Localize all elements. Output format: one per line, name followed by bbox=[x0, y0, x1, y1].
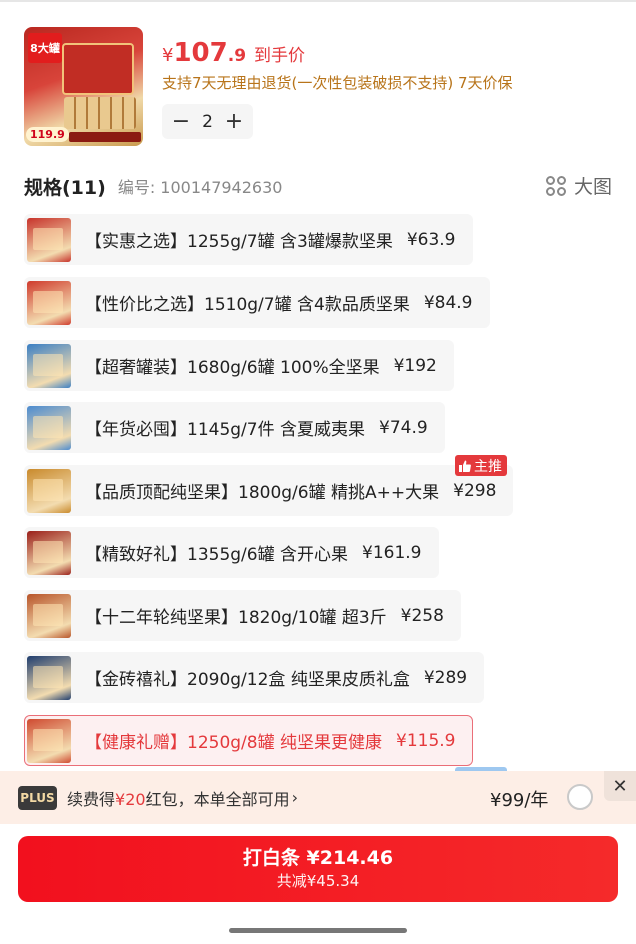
spec-option-name: 【年货必囤】1145g/7件 含夏威夷果 bbox=[85, 420, 366, 440]
spec-option-price: ¥258 bbox=[400, 605, 444, 626]
spec-option-price: ¥298 bbox=[453, 480, 497, 501]
service-guarantee: 支持7天无理由退货(一次性包装破损不支持) 7天价保 bbox=[162, 74, 513, 92]
spec-option-price: ¥289 bbox=[423, 667, 468, 688]
quantity-stepper: − 2 + bbox=[162, 104, 253, 139]
spec-thumb bbox=[27, 718, 71, 763]
chevron-right-icon: › bbox=[291, 788, 298, 807]
checkout-button[interactable]: 打白条 ¥214.46 共减¥45.34 bbox=[18, 836, 618, 902]
quantity-value[interactable]: 2 bbox=[202, 112, 213, 132]
checkout-main-label: 打白条 ¥214.46 bbox=[242, 847, 394, 869]
spec-thumb bbox=[27, 655, 71, 700]
spec-option-price: ¥84.9 bbox=[423, 292, 473, 313]
spec-option-price: ¥161.9 bbox=[362, 542, 422, 563]
big-view-button[interactable]: 大图 bbox=[545, 172, 612, 199]
price-integer: 107 bbox=[173, 38, 228, 68]
spec-option-name: 【品质顶配纯坚果】1800g/6罐 精挑A++大果 bbox=[85, 483, 440, 503]
spec-option-name: 【金砖禧礼】2090g/12盒 纯坚果皮质礼盒 bbox=[85, 670, 410, 690]
product-image-strip bbox=[69, 132, 141, 142]
product-image-price: 119.9 bbox=[26, 127, 69, 142]
spec-thumb bbox=[27, 217, 71, 262]
price-label: 到手价 bbox=[254, 46, 306, 66]
spec-option-name: 【超奢罐装】1680g/6罐 100%全坚果 bbox=[85, 358, 380, 378]
plus-logo: PLUS bbox=[18, 785, 57, 810]
spec-option-price: ¥192 bbox=[393, 355, 437, 376]
product-image-giftbox bbox=[62, 43, 134, 95]
product-image[interactable]: 8大罐 119.9 bbox=[24, 27, 143, 146]
spec-header: 规格(11) 编号: 100147942630 大图 bbox=[24, 172, 612, 200]
spec-thumb bbox=[27, 468, 71, 513]
spec-option-price: ¥63.9 bbox=[406, 229, 456, 250]
plus-membership-banner[interactable]: PLUS 续费得¥20红包，本单全部可用 › ¥99/年 ✕ bbox=[0, 771, 636, 824]
spec-option-7[interactable]: 【十二年轮纯坚果】1820g/10罐 超3斤 ¥258 bbox=[24, 590, 461, 641]
spec-option-1[interactable]: 【实惠之选】1255g/7罐 含3罐爆款坚果 ¥63.9 bbox=[24, 214, 473, 265]
spec-thumb bbox=[27, 280, 71, 325]
spec-option-3[interactable]: 【超奢罐装】1680g/6罐 100%全坚果 ¥192 bbox=[24, 340, 454, 391]
thumbs-up-icon bbox=[459, 460, 471, 472]
spec-thumb bbox=[27, 343, 71, 388]
top-divider bbox=[0, 0, 636, 2]
quantity-decrease-button[interactable]: − bbox=[170, 110, 192, 133]
price-decimal: .9 bbox=[227, 46, 247, 66]
product-code: 编号: 100147942630 bbox=[117, 178, 283, 197]
spec-option-5[interactable]: 【品质顶配纯坚果】1800g/6罐 精挑A++大果 ¥298 bbox=[24, 465, 514, 516]
recommend-badge-label: 主推 bbox=[474, 458, 502, 475]
recommend-badge: 主推 bbox=[455, 455, 507, 476]
product-image-jars bbox=[64, 97, 136, 129]
grid-view-icon bbox=[545, 175, 566, 196]
spec-thumb bbox=[27, 530, 71, 575]
close-icon[interactable]: ✕ bbox=[604, 771, 636, 801]
spec-option-price: ¥115.9 bbox=[396, 730, 456, 751]
spec-option-name: 【实惠之选】1255g/7罐 含3罐爆款坚果 bbox=[85, 232, 393, 252]
checkout-discount-label: 共减¥45.34 bbox=[276, 872, 360, 890]
spec-option-price: ¥74.9 bbox=[379, 417, 428, 438]
spec-option-4[interactable]: 【年货必囤】1145g/7件 含夏威夷果 ¥74.9 bbox=[24, 402, 445, 453]
spec-option-name: 【健康礼赠】1250g/8罐 纯坚果更健康 bbox=[85, 733, 383, 753]
product-image-badge: 8大罐 bbox=[28, 33, 62, 63]
spec-option-8[interactable]: 【金砖禧礼】2090g/12盒 纯坚果皮质礼盒 ¥289 bbox=[24, 652, 485, 703]
home-indicator[interactable] bbox=[229, 928, 407, 933]
plus-select-radio[interactable] bbox=[567, 784, 593, 810]
plus-promo-text: 续费得¥20红包，本单全部可用 bbox=[67, 789, 290, 809]
spec-option-6[interactable]: 【精致好礼】1355g/6罐 含开心果 ¥161.9 bbox=[24, 527, 439, 578]
spec-thumb bbox=[27, 593, 71, 638]
final-price: ¥ 107 .9 到手价 bbox=[162, 38, 305, 68]
spec-title: 规格(11) bbox=[24, 176, 106, 199]
spec-option-9-selected[interactable]: 【健康礼赠】1250g/8罐 纯坚果更健康 ¥115.9 bbox=[24, 715, 473, 766]
price-currency: ¥ bbox=[162, 45, 174, 66]
spec-option-2[interactable]: 【性价比之选】1510g/7罐 含4款品质坚果 ¥84.9 bbox=[24, 277, 490, 328]
spec-thumb bbox=[27, 405, 71, 450]
spec-option-name: 【性价比之选】1510g/7罐 含4款品质坚果 bbox=[85, 295, 410, 315]
quantity-increase-button[interactable]: + bbox=[223, 110, 245, 133]
big-view-label: 大图 bbox=[573, 176, 612, 198]
spec-option-name: 【十二年轮纯坚果】1820g/10罐 超3斤 bbox=[85, 608, 387, 628]
spec-option-name: 【精致好礼】1355g/6罐 含开心果 bbox=[85, 545, 349, 565]
plus-fee: ¥99/年 bbox=[490, 790, 549, 811]
